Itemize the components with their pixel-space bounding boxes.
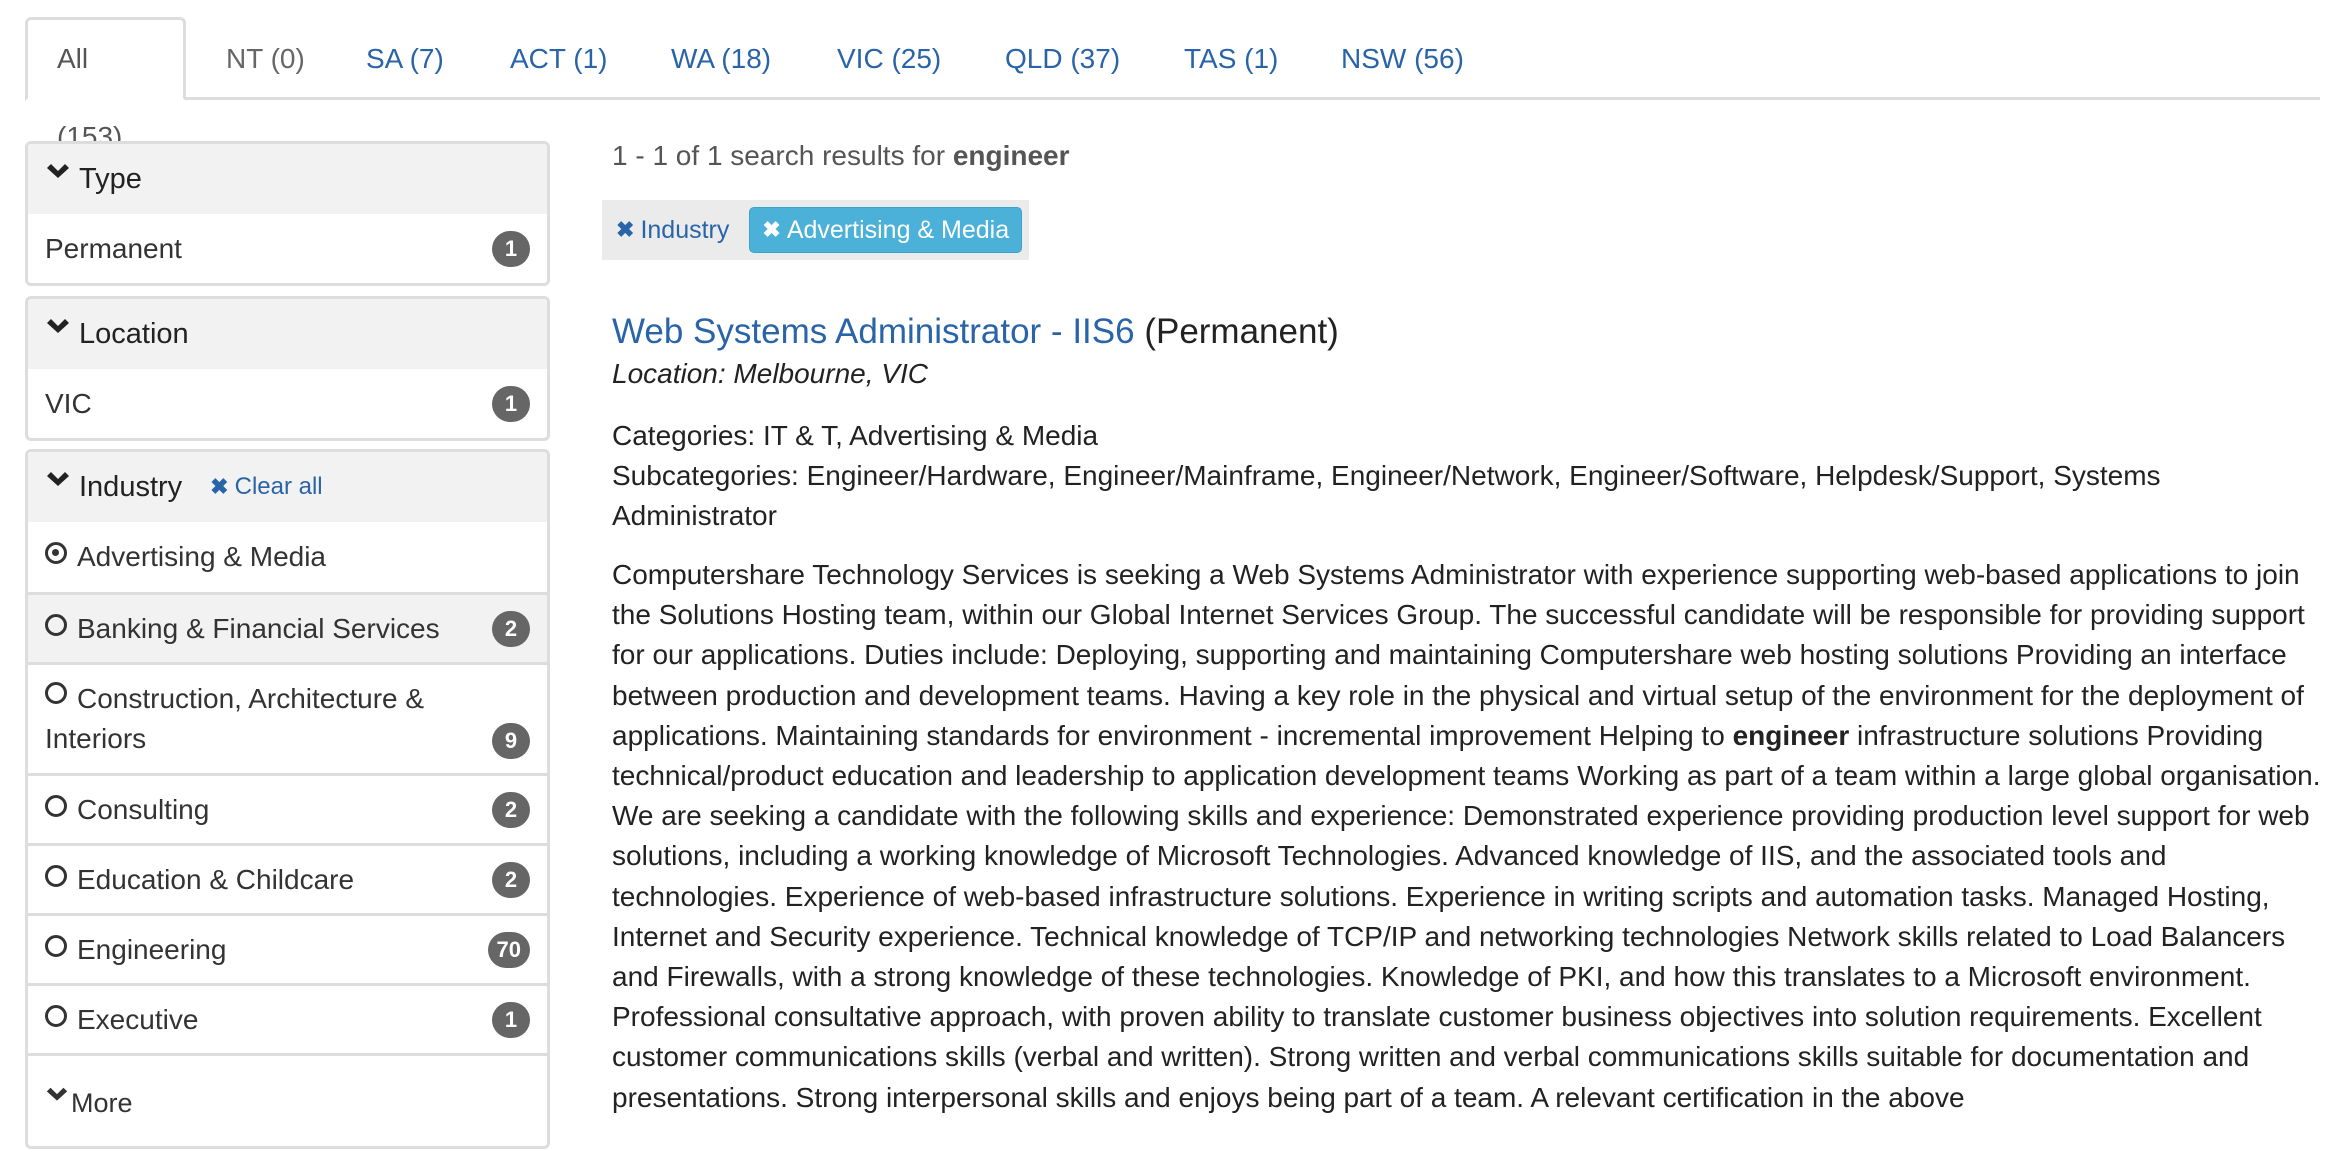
close-icon: ✖ [616, 217, 635, 242]
location-facet-panel: Location VIC 1 [25, 296, 550, 441]
more-label: More [71, 1088, 133, 1118]
chevron-down-icon [47, 319, 69, 333]
count-badge: 2 [492, 791, 530, 828]
state-tabs: All (153) NT (0) SA (7) ACT (1) WA (18) … [25, 0, 2320, 152]
facet-item-label: Construction, Architecture & Interiors [45, 683, 425, 754]
industry-facet-title: Industry [79, 470, 183, 503]
job-location: Location: Melbourne, VIC [612, 358, 928, 389]
count-badge: 1 [492, 231, 530, 267]
radio-icon [45, 613, 67, 636]
count-badge: 1 [492, 1001, 530, 1038]
close-icon: ✖ [210, 474, 229, 499]
remove-industry-filter[interactable]: ✖ Industry [616, 216, 729, 245]
count-badge: 9 [492, 723, 530, 759]
results-summary: 1 - 1 of 1 search results for engineer [612, 140, 2322, 182]
tab-sa[interactable]: SA (7) [337, 17, 473, 101]
tab-all[interactable]: All (153) [25, 17, 186, 152]
job-subcategories: Subcategories: Engineer/Hardware, Engine… [612, 460, 2161, 531]
facet-item-label: Executive [77, 1003, 199, 1035]
facet-item-label: Education & Childcare [77, 863, 355, 895]
location-facet-header[interactable]: Location [28, 299, 547, 369]
clear-all-label: Clear all [234, 473, 323, 500]
tab-vic[interactable]: VIC (25) [808, 17, 970, 101]
radio-icon [45, 794, 67, 817]
radio-icon [45, 934, 67, 957]
results-area: 1 - 1 of 1 search results for engineer ✖… [602, 140, 2322, 1113]
filter-label: Advertising & Media [786, 215, 1010, 244]
tab-wa[interactable]: WA (18) [642, 17, 800, 101]
job-title-link[interactable]: Web Systems Administrator - IIS6 [612, 312, 1135, 351]
facet-item-label: VIC [45, 388, 92, 419]
count-badge: 2 [492, 861, 530, 898]
description-text: infrastructure solutions Providing techn… [612, 719, 2321, 1113]
chevron-down-icon [47, 164, 69, 178]
chevron-down-icon [46, 1087, 68, 1101]
facet-item[interactable]: Permanent 1 [28, 214, 547, 283]
tab-nt[interactable]: NT (0) [197, 17, 334, 101]
facet-item[interactable]: Consulting 2 [28, 773, 547, 843]
chevron-down-icon [47, 472, 69, 486]
tab-tas[interactable]: TAS (1) [1155, 17, 1307, 101]
close-icon: ✖ [762, 217, 781, 242]
facet-item[interactable]: Banking & Financial Services 2 [28, 592, 547, 662]
count-badge: 70 [487, 931, 530, 968]
filter-label: Industry [640, 215, 730, 244]
facet-item[interactable]: Construction, Architecture & Interiors 9 [28, 662, 547, 773]
type-facet-panel: Type Permanent 1 [25, 141, 550, 286]
industry-facet-header[interactable]: Industry ✖ Clear all [28, 452, 547, 522]
job-type: (Permanent) [1144, 312, 1339, 351]
facet-item-label: Engineering [77, 933, 227, 965]
type-facet-title: Type [79, 162, 142, 195]
facet-item-label: Advertising & Media [77, 541, 327, 572]
job-categories-block: Categories: IT & T, Advertising & Media … [612, 416, 2322, 536]
type-facet-header[interactable]: Type [28, 144, 547, 214]
facet-item[interactable]: Education & Childcare 2 [28, 843, 547, 913]
count-badge: 1 [492, 386, 530, 422]
radio-selected-icon [45, 542, 67, 564]
tab-qld[interactable]: QLD (37) [976, 17, 1149, 101]
remove-advertising-filter[interactable]: ✖ Advertising & Media [749, 207, 1023, 253]
tab-act[interactable]: ACT (1) [481, 17, 637, 101]
facet-item-label: Banking & Financial Services [77, 612, 440, 644]
more-toggle[interactable]: More [28, 1053, 547, 1123]
facet-item[interactable]: Advertising & Media [28, 522, 547, 592]
facet-item-label: Consulting [77, 793, 210, 825]
results-count-text: 1 - 1 of 1 search results for [612, 140, 953, 171]
clear-all-link[interactable]: ✖ Clear all [210, 473, 322, 501]
search-query: engineer [952, 140, 1070, 171]
facet-item[interactable]: Executive 1 [28, 983, 547, 1053]
radio-icon [45, 682, 67, 704]
job-description: Computershare Technology Services is see… [612, 555, 2327, 1118]
query-highlight: engineer [1732, 719, 1850, 751]
facet-item[interactable]: Engineering 70 [28, 913, 547, 983]
facet-item-label: Permanent [45, 233, 182, 264]
job-categories: Categories: IT & T, Advertising & Media [612, 420, 1099, 451]
job-heading: Web Systems Administrator - IIS6 (Perman… [612, 312, 1339, 352]
location-facet-title: Location [79, 317, 189, 350]
industry-facet-panel: Industry ✖ Clear all Advertising & Media… [25, 449, 550, 1149]
active-filters: ✖ Industry ✖ Advertising & Media [602, 200, 1029, 260]
radio-icon [45, 1004, 67, 1027]
radio-icon [45, 864, 67, 887]
count-badge: 2 [492, 610, 530, 647]
facet-item[interactable]: VIC 1 [28, 369, 547, 438]
tab-nsw[interactable]: NSW (56) [1312, 17, 1493, 101]
